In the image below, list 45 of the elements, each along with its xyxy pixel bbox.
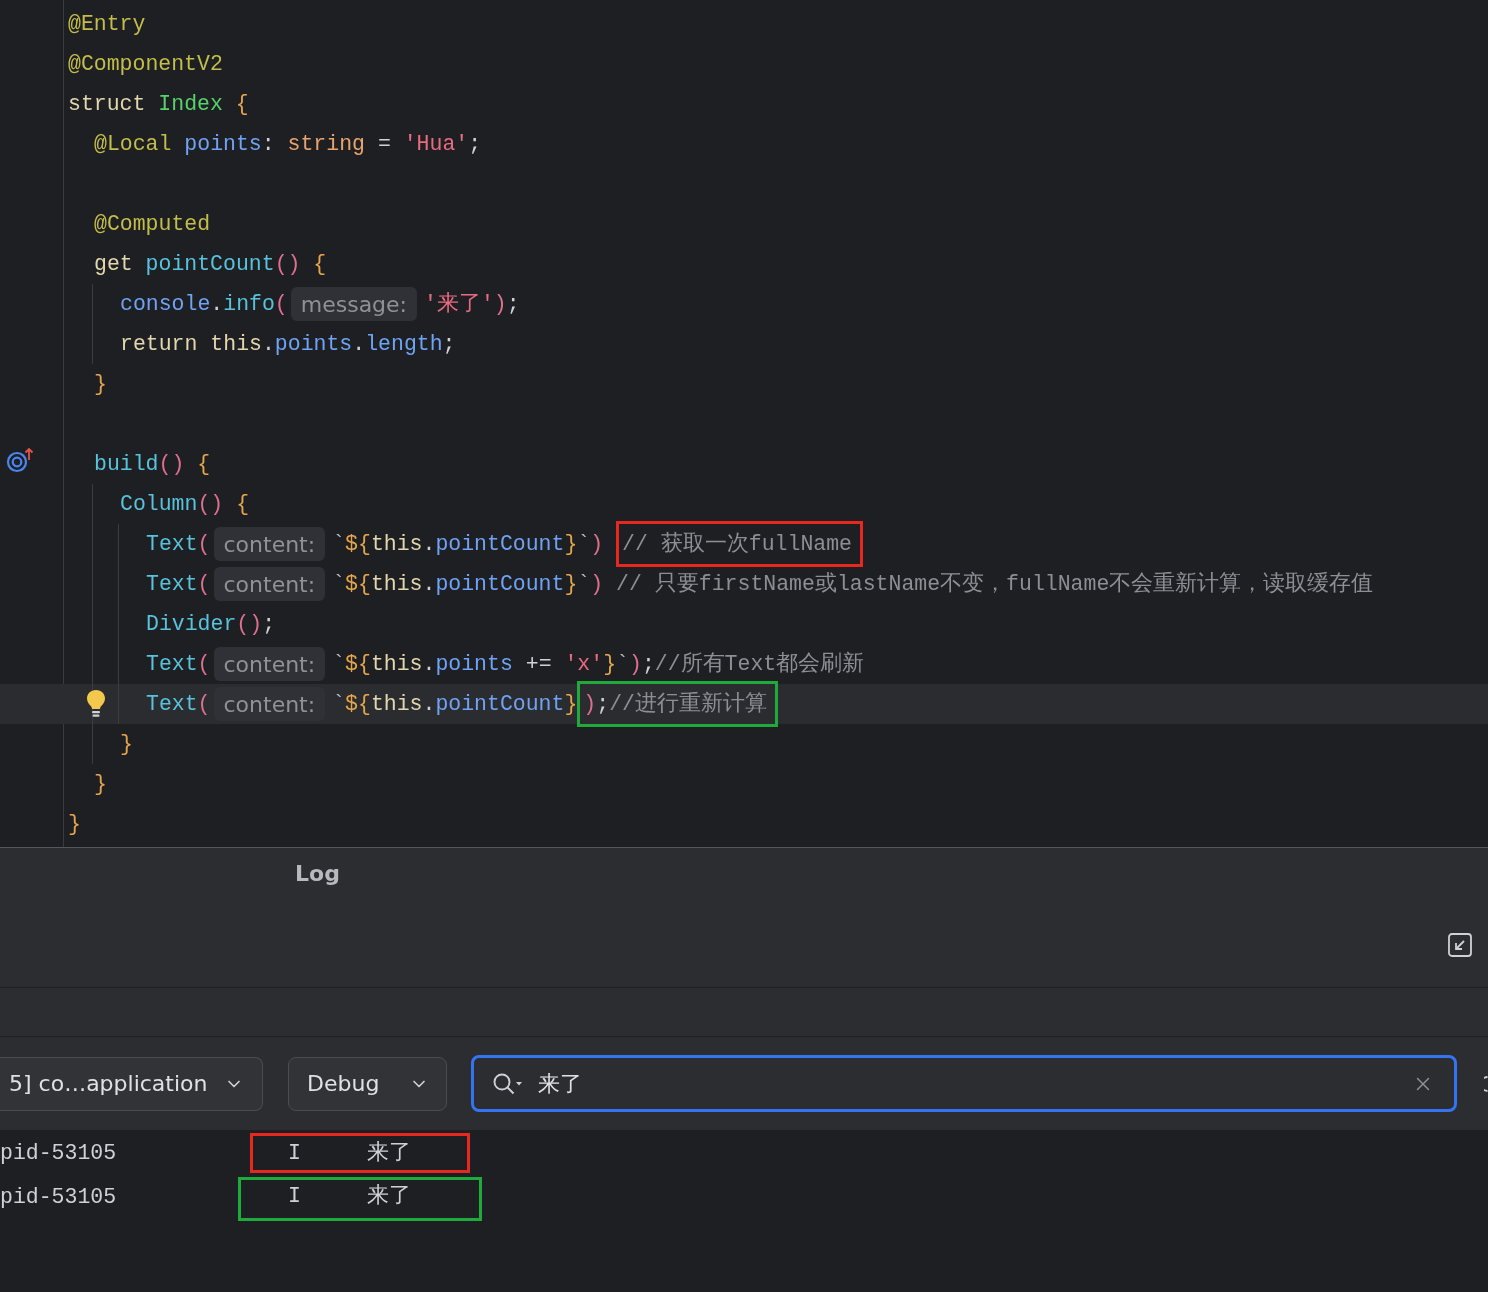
parameter-hint: content: <box>213 647 326 681</box>
code-text: '来了'); <box>424 290 520 318</box>
log-priority: I <box>288 1182 301 1210</box>
log-priority: I <box>288 1139 301 1167</box>
code-text: return this.points.length; <box>120 330 456 358</box>
code-text: } <box>68 810 81 838</box>
log-message: 来了 <box>366 1139 411 1167</box>
code-text: console.info( <box>120 290 288 318</box>
panel-title: Log <box>295 861 340 886</box>
level-dropdown[interactable]: Debug <box>288 1056 447 1111</box>
code-text: `${this.pointCount} <box>332 690 578 718</box>
code-text: struct Index { <box>68 90 249 118</box>
parameter-hint: content: <box>213 687 326 721</box>
code-text: } <box>120 730 133 758</box>
parameter-hint: content: <box>213 567 326 601</box>
process-id: pid-53105 <box>0 1139 118 1167</box>
code-text: } <box>94 770 107 798</box>
arc-icon[interactable] <box>1484 1075 1488 1092</box>
code-text: Column() { <box>120 490 250 518</box>
process-id: pid-53105 <box>0 1184 118 1211</box>
lightbulb-icon[interactable] <box>86 689 106 719</box>
process-dropdown[interactable]: 5] co…application <box>0 1056 263 1111</box>
search-field[interactable]: 来了 <box>471 1055 1457 1112</box>
code-text: `${this.pointCount}`) <box>332 530 605 558</box>
code-text: } <box>94 370 107 398</box>
search-icon[interactable] <box>492 1071 523 1096</box>
code-text: build() { <box>94 450 211 478</box>
circle-arrow-icon[interactable] <box>6 447 34 473</box>
code-text: );//进行重新计算 <box>583 690 767 718</box>
code-text: `${this.points += 'x'}`);//所有Text都会刷新 <box>332 650 865 678</box>
code-text: @ComponentV2 <box>68 50 223 78</box>
code-text: get pointCount() { <box>94 250 327 278</box>
code-text: `${this.pointCount}`) // 只要firstName或lastName不变，fullName不会重新计算，读取缓存值 <box>332 570 1374 598</box>
code-text: Text( <box>146 530 211 558</box>
log-message: 来了 <box>366 1182 411 1210</box>
parameter-hint: content: <box>213 527 326 561</box>
code-text: // 获取一次fullName <box>622 530 852 558</box>
code-text: @Entry <box>68 10 146 38</box>
code-text: Divider(); <box>146 610 276 638</box>
code-text: @Computed <box>94 210 211 238</box>
code-text: @Local points: string = 'Hua'; <box>94 130 482 158</box>
code-text: Text( <box>146 650 211 678</box>
code-text: Text( <box>146 690 211 718</box>
code-text: Text( <box>146 570 211 598</box>
parameter-hint: message: <box>290 287 418 321</box>
